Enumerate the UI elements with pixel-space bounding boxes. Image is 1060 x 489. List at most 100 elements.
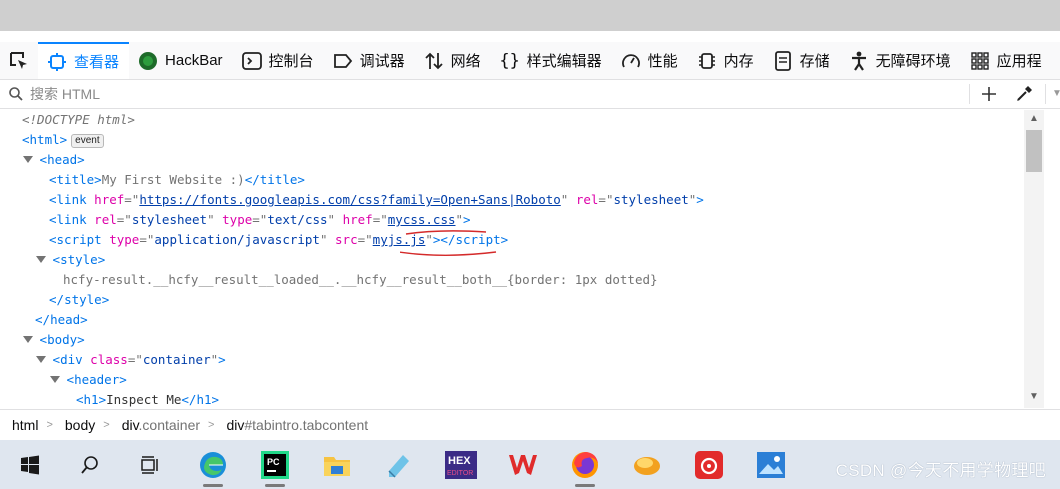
attr-value: application/javascript — [154, 232, 320, 247]
red-underline-annotation — [400, 230, 497, 256]
attr-name: href — [342, 212, 373, 227]
tab-inspector[interactable]: 查看器 — [38, 42, 130, 79]
attr-value-link[interactable]: mycss.css — [388, 212, 456, 227]
tab-label: 内存 — [723, 53, 754, 70]
crumb-tag: div — [121, 417, 139, 433]
tree-node-title[interactable]: <title>My First Website :)</title> — [49, 170, 305, 190]
firefox-icon[interactable] — [563, 440, 607, 489]
collapse-toggle-icon[interactable] — [35, 254, 46, 264]
tab-hackbar[interactable]: HackBar — [129, 42, 233, 79]
edge-icon[interactable] — [191, 440, 235, 489]
title-text: My First Website :) — [101, 172, 245, 187]
tab-console[interactable]: 控制台 — [233, 42, 324, 79]
add-node-icon[interactable] — [978, 83, 1000, 105]
scroll-down-icon[interactable]: ▼ — [1029, 391, 1039, 402]
hex-editor-icon[interactable]: HEX EDITOR — [439, 440, 483, 489]
collapse-toggle-icon[interactable] — [35, 354, 46, 364]
search-html-input[interactable] — [28, 85, 732, 103]
breadcrumb-item-div-tabintro[interactable]: div#tabintro.tabcontent — [214, 417, 376, 433]
tab-label: 网络 — [450, 53, 481, 70]
tree-node-doctype[interactable]: <!DOCTYPE html> — [22, 110, 135, 130]
attr-name: class — [90, 352, 128, 367]
chevron-down-icon[interactable]: ▼ — [1052, 88, 1060, 99]
tab-debugger[interactable]: 调试器 — [324, 42, 415, 79]
wps-icon[interactable] — [501, 440, 545, 489]
vertical-scrollbar[interactable]: ▲ ▼ — [1024, 110, 1044, 408]
tag-name: style — [64, 292, 102, 307]
console-icon — [241, 50, 263, 72]
tag-name: script — [56, 232, 102, 247]
collapse-toggle-icon[interactable] — [49, 374, 60, 384]
tab-storage[interactable]: 存储 — [764, 42, 840, 79]
eyedropper-icon[interactable] — [1013, 83, 1035, 105]
tree-node-html[interactable]: <html> event — [22, 130, 104, 150]
collapse-toggle-icon[interactable] — [22, 154, 33, 164]
tree-node-style[interactable]: <style> — [35, 250, 105, 270]
tree-node-link-css[interactable]: <link rel="stylesheet" type="text/css" h… — [49, 210, 471, 230]
csdn-watermark: CSDN @今天不用学物理吧 — [835, 461, 1046, 480]
breadcrumb-item-body[interactable]: body — [53, 417, 103, 433]
tree-node-header[interactable]: <header> — [49, 370, 127, 390]
tag-name: link — [56, 192, 87, 207]
photos-icon[interactable] — [749, 440, 793, 489]
tree-node-style-text[interactable]: hcfy-result.__hcfy__result__loaded__.__h… — [63, 270, 658, 290]
tab-label: 无障碍环境 — [875, 53, 951, 70]
crumb-tag: body — [64, 417, 96, 433]
devtools-toolbar: 查看器 HackBar 控制台 调试器 网络 {} 样式编辑器 性能 内存 存储… — [0, 42, 1060, 80]
accessibility-icon — [848, 50, 870, 72]
hackbar-icon — [137, 50, 159, 72]
scroll-up-icon[interactable]: ▲ — [1029, 113, 1039, 124]
tab-label: HackBar — [165, 52, 223, 69]
tab-style-editor[interactable]: {} 样式编辑器 — [491, 42, 612, 79]
doctype-text: <!DOCTYPE html> — [22, 112, 135, 127]
window-title-strip — [0, 0, 1060, 31]
tab-application[interactable]: 应用程 — [961, 42, 1052, 79]
tab-label: 存储 — [799, 53, 830, 70]
attr-value-link[interactable]: https://fonts.googleapis.com/css?family=… — [139, 192, 560, 207]
tree-node-div-container[interactable]: <div class="container"> — [35, 350, 226, 370]
tool-icon[interactable] — [625, 440, 669, 489]
tree-node-body[interactable]: <body> — [22, 330, 85, 350]
tab-accessibility[interactable]: 无障碍环境 — [840, 42, 961, 79]
tab-label: 控制台 — [268, 53, 314, 70]
active-indicator — [575, 484, 595, 487]
element-picker-icon — [10, 51, 27, 69]
windows-start-icon[interactable] — [8, 440, 52, 489]
tag-name: style — [60, 252, 98, 267]
netease-music-icon[interactable] — [687, 440, 731, 489]
crumb-tag: div — [226, 417, 245, 433]
element-picker-button[interactable] — [0, 42, 38, 79]
tag-name: title — [56, 172, 95, 187]
tree-node-head[interactable]: <head> — [22, 150, 85, 170]
tree-node-link-fonts[interactable]: <link href="https://fonts.googleapis.com… — [49, 190, 704, 210]
performance-icon — [620, 50, 642, 72]
tag-name: h1 — [83, 392, 99, 407]
style-editor-icon: {} — [499, 50, 520, 71]
pycharm-icon[interactable]: PC — [253, 440, 297, 489]
tag-name: h1 — [196, 392, 212, 407]
breadcrumb-item-div-container[interactable]: div.container — [110, 417, 208, 433]
event-badge[interactable]: event — [71, 134, 104, 148]
task-view-icon[interactable] — [128, 440, 172, 489]
search-icon[interactable] — [68, 440, 112, 489]
tag-name: html — [29, 132, 60, 147]
markup-tree: <!DOCTYPE html> <html> event <head> <titl… — [0, 110, 1024, 408]
tree-node-h1[interactable]: <h1>Inspect Me</h1> — [76, 390, 219, 408]
svg-text:HEX: HEX — [448, 455, 471, 467]
tab-network[interactable]: 网络 — [415, 42, 491, 79]
tab-memory[interactable]: 内存 — [688, 42, 764, 79]
network-icon — [423, 50, 445, 72]
file-explorer-icon[interactable] — [315, 440, 359, 489]
breadcrumb-item-html[interactable]: html — [0, 417, 46, 433]
tag-name: head — [50, 312, 81, 327]
debugger-icon — [332, 50, 354, 72]
tree-node-style-close: </style> — [49, 292, 110, 307]
divider — [1045, 84, 1046, 104]
search-icon — [9, 87, 23, 101]
svg-text:PC: PC — [267, 457, 280, 467]
crumb-class: .container — [138, 417, 201, 433]
scrollbar-thumb[interactable] — [1026, 130, 1042, 172]
notepad-icon[interactable] — [377, 440, 421, 489]
collapse-toggle-icon[interactable] — [22, 334, 33, 344]
tab-performance[interactable]: 性能 — [612, 42, 688, 79]
